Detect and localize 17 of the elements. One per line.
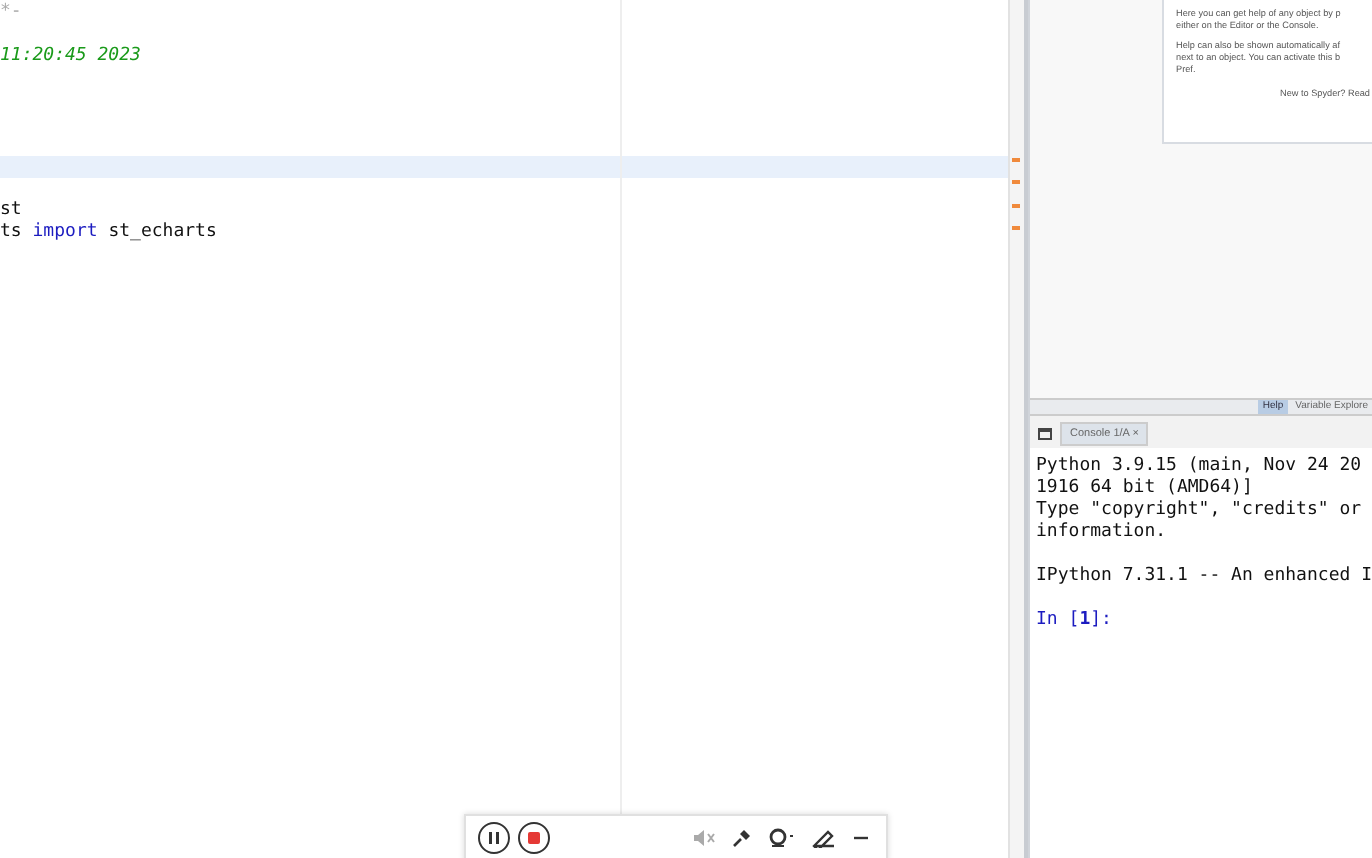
code-line: 11:20:45 2023 <box>0 46 141 66</box>
console-output: IPython 7.31.1 -- An enhanced I <box>1034 566 1372 588</box>
stop-icon <box>526 830 542 846</box>
pen-icon[interactable] <box>808 828 840 848</box>
console-output: information. <box>1034 522 1169 544</box>
console-prompt: In [1]: <box>1036 610 1112 630</box>
code-line: ts import st_echarts <box>0 222 217 242</box>
scrollbar[interactable] <box>1008 0 1025 858</box>
code-line: *- <box>0 2 22 22</box>
console-output: Python 3.9.15 (main, Nov 24 20 <box>1034 456 1364 478</box>
stop-button[interactable] <box>518 822 550 854</box>
pause-icon <box>486 830 502 846</box>
pause-button[interactable] <box>478 822 510 854</box>
console-output: 1916 64 bit (AMD64)] <box>1034 478 1255 500</box>
code-line: st <box>0 200 22 220</box>
console-output: Type "copyright", "credits" or <box>1034 500 1364 522</box>
window-icon[interactable] <box>1038 428 1053 440</box>
